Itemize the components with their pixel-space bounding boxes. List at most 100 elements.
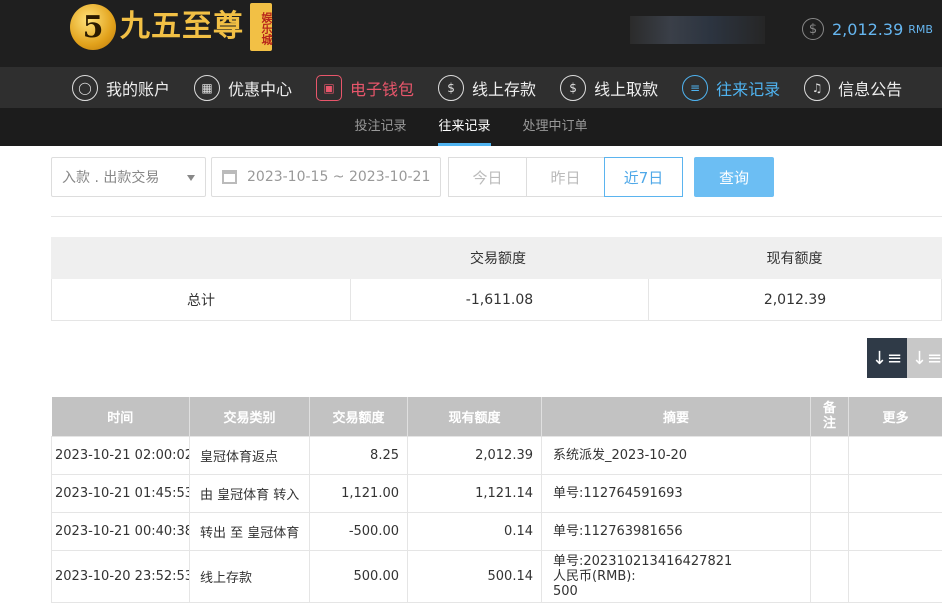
- sort-desc-icon[interactable]: ↓≡: [867, 338, 907, 378]
- cell-more[interactable]: [848, 435, 942, 475]
- balance-amount: 2,012.39: [832, 19, 904, 39]
- nav-e-wallet[interactable]: ▣ 电子钱包: [316, 74, 415, 101]
- brand-seal: 娱乐城: [250, 3, 273, 51]
- cell-type: 皇冠体育返点: [189, 435, 310, 475]
- cell-summary: 单号:112763981656: [541, 511, 811, 551]
- cell-balance: 500.14: [407, 549, 542, 603]
- table-row: 2023-10-21 01:45:53 由 皇冠体育 转入 1,121.00 1…: [51, 473, 942, 513]
- nav-label: 往来记录: [716, 79, 781, 99]
- yesterday-button[interactable]: 昨日: [526, 157, 605, 197]
- cell-remark: [810, 511, 849, 551]
- summary-line: 500: [553, 583, 578, 599]
- nav-transaction-records[interactable]: ≡ 往来记录: [682, 74, 781, 101]
- wallet-icon: ▣: [316, 74, 343, 101]
- tab-transaction-records[interactable]: 往来记录: [438, 108, 491, 146]
- summary-line: 单号:202310213416427821: [553, 553, 733, 569]
- withdraw-icon: $: [560, 74, 587, 101]
- cell-balance: 0.14: [407, 511, 542, 551]
- sub-nav: 投注记录 往来记录 处理中订单: [0, 108, 942, 146]
- caret-down-icon: [187, 175, 195, 181]
- gift-icon: ▦: [194, 74, 221, 101]
- summary-balance: 2,012.39: [648, 279, 941, 320]
- nav-online-withdraw[interactable]: $ 线上取款: [560, 74, 658, 101]
- username-blurred: [630, 16, 765, 44]
- date-range-input[interactable]: 2023-10-15 ~ 2023-10-21: [211, 157, 441, 197]
- summary-header-balance: 现有额度: [766, 251, 823, 267]
- col-balance[interactable]: 现有额度: [407, 397, 542, 436]
- bell-icon: ♫: [804, 74, 831, 101]
- col-amount[interactable]: 交易额度: [309, 397, 408, 436]
- cell-balance: 2,012.39: [407, 435, 542, 475]
- cell-balance: 1,121.14: [407, 473, 542, 513]
- cell-summary: 系统派发_2023-10-20: [541, 435, 811, 475]
- cell-more[interactable]: [848, 511, 942, 551]
- balance-currency: RMB: [908, 22, 933, 36]
- cell-more[interactable]: [848, 473, 942, 513]
- records-table: 时间 交易类别 交易额度 现有额度 摘要 备注 更多 2023-10-21 02…: [51, 397, 942, 603]
- col-time[interactable]: 时间: [51, 397, 190, 436]
- divider: [51, 216, 942, 217]
- last-7-days-button[interactable]: 近7日: [604, 157, 683, 197]
- cell-remark: [810, 549, 849, 603]
- table-row: 2023-10-20 23:52:53 线上存款 500.00 500.14 单…: [51, 549, 942, 603]
- sort-asc-icon[interactable]: ↓≡: [907, 338, 942, 378]
- cell-time: 2023-10-21 01:45:53: [51, 473, 190, 513]
- date-range-value: 2023-10-15 ~ 2023-10-21: [247, 169, 431, 185]
- summary-row: 总计 -1,611.08 2,012.39: [51, 279, 942, 321]
- summary-amount: -1,611.08: [350, 279, 648, 320]
- cell-time: 2023-10-20 23:52:53: [51, 549, 190, 603]
- summary-table: 交易额度 现有额度 总计 -1,611.08 2,012.39: [51, 237, 942, 321]
- main-nav: ◯ 我的账户 ▦ 优惠中心 ▣ 电子钱包 $ 线上存款 $ 线上取款 ≡ 往来记…: [0, 67, 942, 108]
- cell-type: 由 皇冠体育 转入: [189, 473, 310, 513]
- transaction-type-select[interactable]: 入款 . 出款交易: [51, 157, 206, 197]
- table-row: 2023-10-21 00:40:38 转出 至 皇冠体育 -500.00 0.…: [51, 511, 942, 551]
- table-row: 2023-10-21 02:00:02 皇冠体育返点 8.25 2,012.39…: [51, 435, 942, 475]
- records-icon: ≡: [682, 74, 709, 101]
- cell-type: 转出 至 皇冠体育: [189, 511, 310, 551]
- deposit-icon: $: [438, 74, 465, 101]
- cell-time: 2023-10-21 00:40:38: [51, 511, 190, 551]
- brand-title: 九五至尊: [120, 9, 244, 44]
- calendar-icon: [222, 170, 237, 184]
- cell-remark: [810, 435, 849, 475]
- tab-pending-orders[interactable]: 处理中订单: [523, 108, 588, 146]
- col-summary[interactable]: 摘要: [541, 397, 811, 436]
- nav-announcements[interactable]: ♫ 信息公告: [804, 74, 903, 101]
- query-button[interactable]: 查询: [694, 157, 774, 197]
- nav-label: 信息公告: [838, 79, 903, 99]
- cell-type: 线上存款: [189, 549, 310, 603]
- cell-amount: -500.00: [309, 511, 408, 551]
- today-button[interactable]: 今日: [448, 157, 527, 197]
- quick-date-group: 今日 昨日 近7日: [448, 157, 683, 197]
- cell-amount: 500.00: [309, 549, 408, 603]
- col-type[interactable]: 交易类别: [189, 397, 310, 436]
- user-icon: ◯: [72, 74, 98, 101]
- cell-summary: 单号:202310213416427821 人民币(RMB): 500: [541, 549, 811, 603]
- tab-bet-records[interactable]: 投注记录: [354, 108, 406, 146]
- nav-online-deposit[interactable]: $ 线上存款: [438, 74, 537, 101]
- cell-amount: 8.25: [309, 435, 408, 475]
- cell-remark: [810, 473, 849, 513]
- table-header-row: 时间 交易类别 交易额度 现有额度 摘要 备注 更多: [51, 397, 942, 436]
- logo-emblem-icon: 5: [70, 4, 116, 50]
- cell-amount: 1,121.00: [309, 473, 408, 513]
- coin-icon: $: [802, 18, 824, 40]
- nav-label: 我的账户: [106, 79, 171, 99]
- account-balance: $ 2,012.39 RMB: [802, 18, 933, 40]
- nav-label: 线上存款: [472, 79, 537, 99]
- brand-logo[interactable]: 5 九五至尊 娱乐城: [70, 3, 273, 51]
- nav-my-account[interactable]: ◯ 我的账户: [72, 74, 171, 101]
- cell-summary: 单号:112764591693: [541, 473, 811, 513]
- col-remark[interactable]: 备注: [810, 397, 849, 436]
- nav-promotions[interactable]: ▦ 优惠中心: [194, 74, 293, 101]
- nav-label: 电子钱包: [350, 79, 415, 99]
- col-more[interactable]: 更多: [848, 397, 942, 436]
- nav-label: 优惠中心: [228, 79, 293, 99]
- summary-line: 人民币(RMB):: [553, 568, 636, 584]
- top-header: 5 九五至尊 娱乐城 $ 2,012.39 RMB: [0, 0, 942, 67]
- cell-more[interactable]: [848, 549, 942, 603]
- summary-header-amount: 交易额度: [470, 251, 526, 267]
- summary-header: 交易额度 现有额度: [51, 237, 942, 279]
- filter-bar: 入款 . 出款交易 2023-10-15 ~ 2023-10-21 今日 昨日 …: [51, 157, 774, 197]
- cell-time: 2023-10-21 02:00:02: [51, 435, 190, 475]
